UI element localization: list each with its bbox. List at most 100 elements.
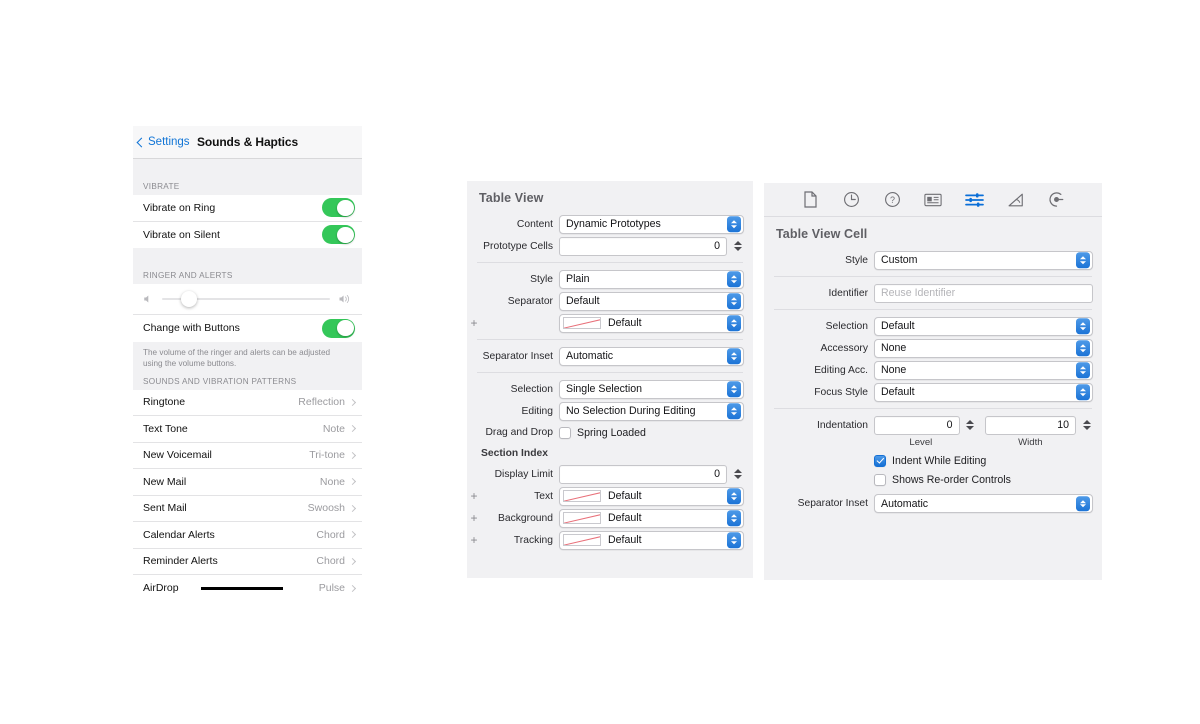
selection-field: Default xyxy=(874,316,1093,336)
indentation-width-stepper[interactable] xyxy=(1080,416,1093,434)
display-limit-stepper[interactable] xyxy=(731,465,744,483)
list-item[interactable]: Vibrate on Ring xyxy=(133,195,362,222)
chevron-updown-icon[interactable] xyxy=(726,510,741,526)
separator-color-popup-button[interactable]: Default xyxy=(559,313,744,333)
chevron-updown-icon[interactable] xyxy=(726,293,741,309)
list-item[interactable]: AirDrop Pulse xyxy=(133,575,362,600)
chevron-updown-icon[interactable] xyxy=(1075,495,1090,512)
tracking-color-field: Default xyxy=(559,530,744,550)
selection-popup-button[interactable]: Default xyxy=(874,316,1093,336)
separator-color-field: Default xyxy=(559,313,744,333)
list-item[interactable]: New Mail None xyxy=(133,469,362,496)
separator-field: Default xyxy=(559,291,744,311)
chevron-updown-icon[interactable] xyxy=(726,216,741,232)
indentation-width-field: 10 xyxy=(984,415,1093,435)
slider-thumb[interactable] xyxy=(180,291,197,307)
separator-popup-button[interactable]: Default xyxy=(559,291,744,311)
back-button[interactable]: Settings xyxy=(136,136,190,148)
chevron-updown-icon[interactable] xyxy=(726,488,741,504)
section-header-vibrate: VIBRATE xyxy=(133,181,362,195)
chevron-updown-icon[interactable] xyxy=(726,315,741,331)
list-item[interactable]: Change with Buttons xyxy=(133,315,362,342)
content-popup-value: Dynamic Prototypes xyxy=(566,218,661,230)
indentation-level-input[interactable]: 0 xyxy=(874,415,960,435)
text-color-popup-button[interactable]: Default xyxy=(559,486,744,506)
chevron-updown-icon[interactable] xyxy=(726,381,741,397)
editing-acc-popup-button[interactable]: None xyxy=(874,360,1093,380)
list-item[interactable]: New Voicemail Tri-tone xyxy=(133,442,362,470)
chevron-right-icon xyxy=(348,531,357,539)
display-limit-input[interactable]: 0 xyxy=(559,464,727,484)
file-inspector-icon[interactable] xyxy=(800,190,820,210)
identifier-input[interactable]: Reuse Identifier xyxy=(874,283,1093,303)
add-tracking-color-button[interactable]: + xyxy=(467,534,481,546)
selection-popup-button[interactable]: Single Selection xyxy=(559,379,744,399)
style-popup-button[interactable]: Custom xyxy=(874,250,1093,270)
quick-help-inspector-icon[interactable]: ? xyxy=(882,190,902,210)
spring-loaded-checkbox[interactable] xyxy=(559,426,571,439)
chevron-updown-icon[interactable] xyxy=(726,271,741,287)
speaker-high-icon xyxy=(338,293,353,305)
list-item-value: Chord xyxy=(316,528,345,541)
content-field: Dynamic Prototypes xyxy=(559,214,744,234)
ringer-volume-row[interactable] xyxy=(133,284,362,315)
chevron-updown-icon[interactable] xyxy=(726,348,741,364)
list-item[interactable]: Text Tone Note xyxy=(133,416,362,443)
list-item[interactable]: Sent Mail Swoosh xyxy=(133,495,362,523)
indentation-row: Indentation 0 10 xyxy=(764,414,1102,436)
add-text-color-button[interactable]: + xyxy=(467,490,481,502)
content-popup-button[interactable]: Dynamic Prototypes xyxy=(559,214,744,234)
section-index-header: Section Index xyxy=(481,448,548,459)
vibrate-on-ring-toggle[interactable] xyxy=(322,198,355,218)
prototype-cells-stepper[interactable] xyxy=(731,237,744,255)
tracking-color-popup-button[interactable]: Default xyxy=(559,530,744,550)
list-item[interactable]: Reminder Alerts Chord xyxy=(133,548,362,576)
identity-inspector-icon[interactable] xyxy=(923,190,943,210)
style-field: Plain xyxy=(559,269,744,289)
chevron-updown-icon[interactable] xyxy=(1075,252,1090,268)
separator-inset-popup-button[interactable]: Automatic xyxy=(874,494,1093,513)
chevron-right-icon xyxy=(348,584,357,592)
shows-reorder-checkbox[interactable] xyxy=(874,473,886,486)
list-item-value: Reflection xyxy=(298,396,345,409)
chevron-updown-icon[interactable] xyxy=(1075,340,1090,356)
vibrate-on-silent-toggle[interactable] xyxy=(322,225,355,245)
indent-while-editing-checkbox[interactable] xyxy=(874,454,886,467)
list-item[interactable]: Ringtone Reflection xyxy=(133,389,362,417)
background-color-popup-button[interactable]: Default xyxy=(559,508,744,528)
volume-slider[interactable] xyxy=(162,291,330,307)
history-inspector-icon[interactable] xyxy=(841,190,861,210)
change-with-buttons-toggle[interactable] xyxy=(322,318,355,338)
style-popup-button[interactable]: Plain xyxy=(559,269,744,289)
focus-style-row: Focus Style Default xyxy=(764,381,1102,403)
prototype-cells-input[interactable]: 0 xyxy=(559,236,727,256)
focus-style-popup-button[interactable]: Default xyxy=(874,382,1093,402)
attributes-inspector-icon[interactable] xyxy=(964,190,984,210)
chevron-right-icon xyxy=(348,504,357,512)
add-background-color-button[interactable]: + xyxy=(467,512,481,524)
width-caption: Width xyxy=(1018,437,1043,448)
speaker-low-icon xyxy=(142,293,154,305)
divider xyxy=(774,309,1092,310)
connections-inspector-icon[interactable] xyxy=(1046,190,1066,210)
cell-selection-row: Selection Default xyxy=(764,315,1102,337)
indentation-level-stepper[interactable] xyxy=(964,416,977,434)
list-item[interactable]: Calendar Alerts Chord xyxy=(133,522,362,549)
chevron-updown-icon[interactable] xyxy=(1075,384,1090,400)
chevron-updown-icon[interactable] xyxy=(726,532,741,548)
text-color-value: Default xyxy=(608,490,642,502)
chevron-updown-icon[interactable] xyxy=(1075,362,1090,378)
selection-value: Default xyxy=(881,320,915,332)
indentation-width-input[interactable]: 10 xyxy=(984,415,1077,435)
selection-row: Selection Single Selection xyxy=(467,378,753,400)
indent-while-editing-label: Indent While Editing xyxy=(892,454,987,467)
chevron-updown-icon[interactable] xyxy=(1075,318,1090,334)
add-separator-color-button[interactable]: + xyxy=(467,317,481,329)
accessory-popup-button[interactable]: None xyxy=(874,338,1093,358)
size-inspector-icon[interactable] xyxy=(1005,190,1025,210)
list-item[interactable]: Vibrate on Silent xyxy=(133,221,362,248)
separator-inset-popup-button[interactable]: Automatic xyxy=(559,346,744,366)
shows-reorder-label: Shows Re-order Controls xyxy=(892,473,1011,486)
chevron-updown-icon[interactable] xyxy=(726,403,741,419)
editing-popup-button[interactable]: No Selection During Editing xyxy=(559,401,744,421)
